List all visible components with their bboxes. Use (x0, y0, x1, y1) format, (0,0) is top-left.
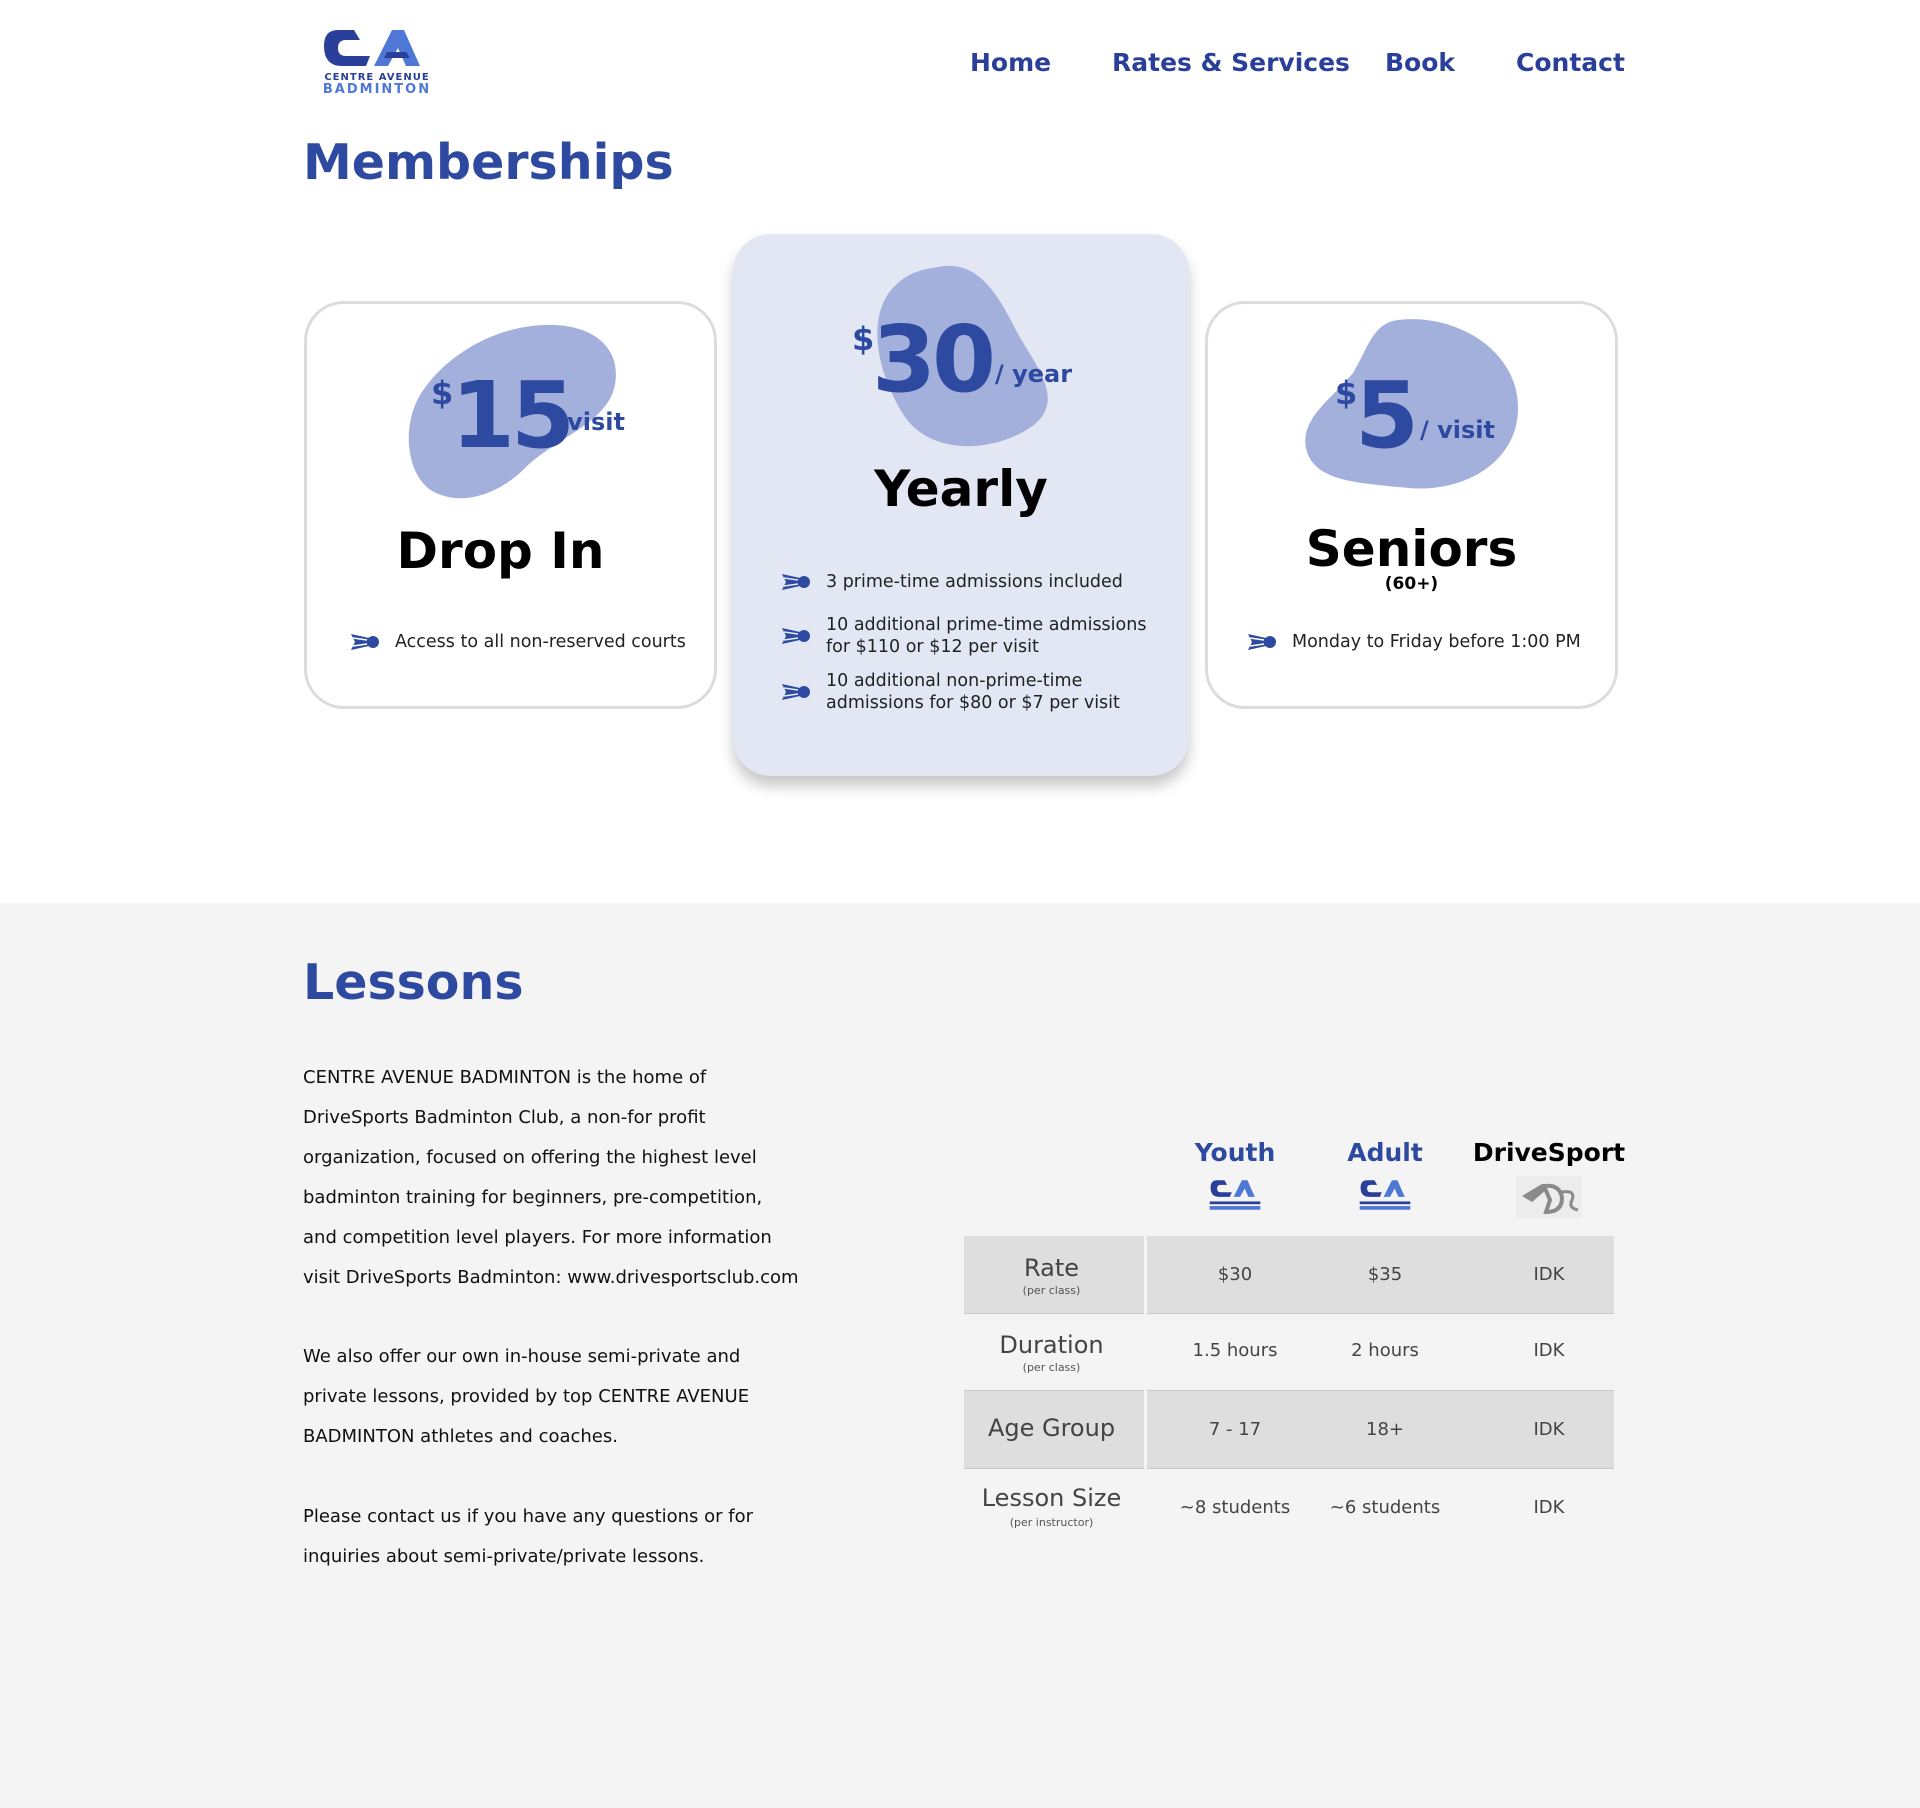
paragraph-line: and competition level players. For more … (303, 1227, 772, 1248)
ca-logo-icon (1359, 1180, 1411, 1210)
table-cell: 18+ (1366, 1419, 1404, 1440)
paragraph-line: CENTRE AVENUE BADMINTON is the home of (303, 1067, 707, 1088)
paragraph-line: We also offer our own in-house semi-priv… (303, 1346, 741, 1367)
shuttlecock-icon (1248, 634, 1276, 650)
table-cell: IDK (1533, 1419, 1565, 1440)
paragraph-line: BADMINTON athletes and coaches. (303, 1426, 618, 1447)
feature-text-line: 10 additional prime-time admissions (826, 615, 1147, 635)
price-period: / visit (550, 408, 625, 436)
table-cell: IDK (1533, 1264, 1565, 1285)
feature-item: 10 additional non-prime-time admissions f… (780, 670, 1120, 714)
nav-contact[interactable]: Contact (1516, 48, 1625, 84)
column-header-youth: Youth (1194, 1138, 1276, 1167)
price-period: / year (995, 360, 1073, 388)
paragraph-line: badminton training for beginners, pre-co… (303, 1187, 763, 1208)
logo-line2: BADMINTON (322, 82, 432, 97)
row-sublabel: (per instructor) (1009, 1516, 1094, 1529)
site-header: CENTRE AVENUE BADMINTON Home Rates & Ser… (0, 0, 1920, 120)
table-cell: ~8 students (1179, 1497, 1291, 1518)
nav-home[interactable]: Home (970, 48, 1051, 84)
column-header-drivesport: DriveSport (1472, 1138, 1626, 1167)
table-cell: IDK (1533, 1340, 1565, 1361)
price-amount: 30 (872, 306, 996, 413)
row-label: Age Group (987, 1414, 1116, 1442)
feature-text: Monday to Friday before 1:00 PM (1292, 632, 1581, 652)
nav-book[interactable]: Book (1385, 48, 1455, 84)
lessons-paragraph: CENTRE AVENUE BADMINTON is the home of D… (303, 1058, 843, 1298)
feature-text: 3 prime-time admissions included (826, 572, 1123, 592)
paragraph-line: DriveSports Badminton Club, a non-for pr… (303, 1107, 706, 1128)
feature-text-line: for $110 or $12 per visit (826, 637, 1039, 657)
feature-item: 10 additional prime-time admissions for $… (780, 614, 1146, 658)
feature-text: Access to all non-reserved courts (395, 632, 686, 652)
shuttlecock-icon (782, 628, 810, 644)
feature-text-line: admissions for $80 or $7 per visit (826, 693, 1120, 713)
memberships-title: Memberships (303, 134, 674, 191)
card-subtitle: (60+) (1384, 574, 1439, 594)
shuttlecock-icon (782, 574, 810, 590)
price-period: / visit (1420, 416, 1495, 444)
column-divider (1144, 1236, 1147, 1541)
table-cell: $30 (1217, 1264, 1253, 1285)
paragraph-line: Please contact us if you have any questi… (303, 1506, 754, 1527)
card-title: Drop In (396, 522, 605, 580)
lessons-section (0, 903, 1920, 1808)
membership-card-yearly: $ 30 / year Yearly 3 prime-time admissio… (733, 234, 1189, 776)
row-sublabel: (per class) (1022, 1284, 1081, 1297)
feature-text-line: 10 additional non-prime-time (826, 671, 1083, 691)
feature-item: 3 prime-time admissions included (780, 570, 1123, 594)
card-title: Yearly (874, 460, 1048, 518)
table-cell: $35 (1367, 1264, 1403, 1285)
price-currency: $ (852, 320, 875, 358)
lessons-paragraph: Please contact us if you have any questi… (303, 1497, 843, 1577)
table-cell: IDK (1533, 1497, 1565, 1518)
row-label: Duration (999, 1331, 1104, 1359)
paragraph-line: private lessons, provided by top CENTRE … (303, 1386, 750, 1407)
paragraph-line: visit DriveSports Badminton: www.drivesp… (303, 1267, 799, 1288)
row-label: Lesson Size (981, 1484, 1122, 1512)
paragraph-line: inquiries about semi-private/private les… (303, 1546, 705, 1567)
lessons-paragraph: We also offer our own in-house semi-priv… (303, 1337, 843, 1457)
table-cell: 2 hours (1351, 1340, 1419, 1361)
price-currency: $ (431, 374, 454, 412)
membership-card-seniors: $ 5 / visit Seniors (60+) Monday to Frid… (1205, 301, 1618, 709)
shuttlecock-icon (351, 634, 379, 650)
card-title: Seniors (1305, 520, 1518, 578)
ca-logo-icon (1209, 1180, 1261, 1210)
ca-logo-icon (324, 30, 420, 66)
table-cell: 7 - 17 (1208, 1419, 1262, 1440)
feature-item: Monday to Friday before 1:00 PM (1246, 630, 1581, 654)
table-cell: ~6 students (1329, 1497, 1441, 1518)
row-label: Rate (1023, 1254, 1080, 1282)
lessons-title: Lessons (303, 954, 524, 1011)
column-header-adult: Adult (1347, 1138, 1423, 1167)
feature-item: Access to all non-reserved courts (349, 630, 686, 654)
shuttlecock-icon (782, 684, 810, 700)
price-currency: $ (1335, 374, 1358, 412)
price-amount: 5 (1355, 362, 1419, 469)
drivesport-logo-icon (1516, 1176, 1582, 1218)
nav-rates-services[interactable]: Rates & Services (1112, 48, 1350, 84)
site-logo[interactable]: CENTRE AVENUE BADMINTON (314, 26, 440, 98)
paragraph-line: organization, focused on offering the hi… (303, 1147, 757, 1168)
table-cell: 1.5 hours (1192, 1340, 1278, 1361)
row-sublabel: (per class) (1022, 1361, 1081, 1374)
membership-card-drop-in: $ 15 / visit Drop In Access to all non-r… (304, 301, 717, 709)
